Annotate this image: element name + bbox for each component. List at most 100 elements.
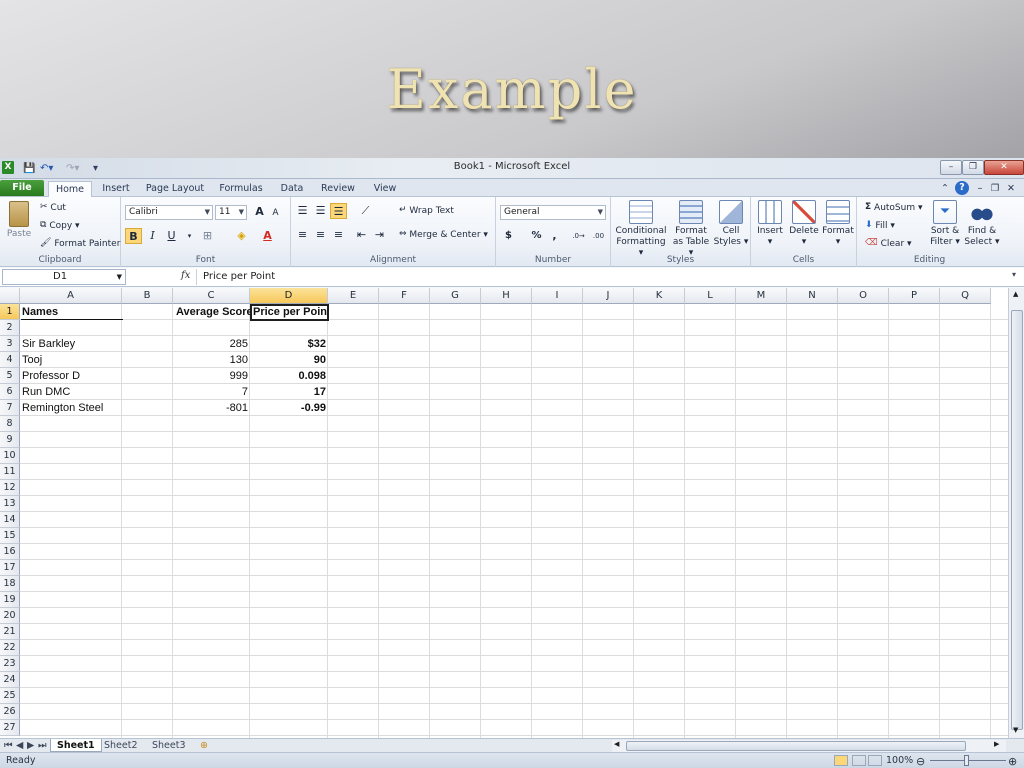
sheet-tab-sheet3[interactable]: Sheet3 [152, 739, 186, 752]
orientation-icon[interactable]: ⟋ [357, 203, 374, 219]
insert-cells-button[interactable]: Insert ▾ [753, 200, 787, 248]
number-format-select[interactable]: General ▼ [500, 205, 606, 220]
row-header-5[interactable]: 5 [0, 368, 20, 384]
row-header-8[interactable]: 8 [0, 416, 20, 432]
row-header-14[interactable]: 14 [0, 512, 20, 528]
insert-function-icon[interactable]: fx [181, 270, 190, 281]
row-header-19[interactable]: 19 [0, 592, 20, 608]
cell-d4[interactable]: 90 [251, 352, 328, 368]
workbook-minimize-icon[interactable]: – [975, 181, 985, 197]
format-cells-button[interactable]: Format ▾ [821, 200, 855, 248]
cell-a1[interactable]: Names [20, 304, 123, 320]
expand-formula-bar-icon[interactable]: ▾ [1012, 270, 1016, 279]
cell-d7[interactable]: -0.99 [251, 400, 328, 416]
row-header-1[interactable]: 1 [0, 304, 20, 320]
comma-button[interactable]: , [546, 228, 563, 244]
column-header-p[interactable]: P [889, 288, 940, 304]
row-header-27[interactable]: 27 [0, 720, 20, 736]
bold-button[interactable]: B [125, 228, 142, 244]
increase-decimal-icon[interactable]: .0→ [570, 228, 587, 244]
column-header-o[interactable]: O [838, 288, 889, 304]
zoom-in-icon[interactable]: ⊕ [1008, 754, 1017, 768]
wrap-text-button[interactable]: ↵ Wrap Text [399, 204, 454, 218]
column-header-j[interactable]: J [583, 288, 634, 304]
tab-review[interactable]: Review [316, 181, 360, 197]
zoom-out-icon[interactable]: ⊖ [916, 754, 925, 768]
row-header-15[interactable]: 15 [0, 528, 20, 544]
cell-a6[interactable]: Run DMC [20, 384, 123, 400]
worksheet-grid[interactable]: ABCDEFGHIJKLMNOPQ 1 2 3 4 5 6 7 8 9 10 11 12 13 14 15 1… [0, 288, 1008, 738]
paste-button[interactable]: Paste [4, 201, 34, 240]
column-header-m[interactable]: M [736, 288, 787, 304]
cell-d3[interactable]: $32 [251, 336, 328, 352]
tab-data[interactable]: Data [276, 181, 308, 197]
row-header-10[interactable]: 10 [0, 448, 20, 464]
italic-button[interactable]: I [144, 228, 161, 244]
row-header-20[interactable]: 20 [0, 608, 20, 624]
conditional-formatting-button[interactable]: Conditional Formatting ▾ [613, 200, 669, 259]
workbook-restore-icon[interactable]: ❐ [990, 181, 1000, 197]
scroll-right-icon[interactable]: ▶ [994, 740, 999, 748]
row-header-7[interactable]: 7 [0, 400, 20, 416]
row-header-18[interactable]: 18 [0, 576, 20, 592]
cell-a5[interactable]: Professor D [20, 368, 123, 384]
font-name-select[interactable]: Calibri ▼ [125, 205, 213, 220]
cell-c6[interactable]: 7 [174, 384, 250, 400]
tab-formulas[interactable]: Formulas [214, 181, 268, 197]
format-as-table-button[interactable]: Format as Table ▾ [671, 200, 711, 259]
tab-insert[interactable]: Insert [96, 181, 136, 197]
column-header-c[interactable]: C [173, 288, 250, 304]
align-center-icon[interactable]: ≡ [312, 227, 329, 243]
minimize-button[interactable]: – [940, 160, 962, 175]
formula-input[interactable]: Price per Point [196, 269, 1010, 285]
row-header-2[interactable]: 2 [0, 320, 20, 336]
tab-page-layout[interactable]: Page Layout [144, 181, 206, 197]
align-middle-icon[interactable]: ☰ [312, 203, 329, 219]
row-header-9[interactable]: 9 [0, 432, 20, 448]
help-icon[interactable]: ? [955, 181, 969, 195]
percent-button[interactable]: % [528, 228, 545, 244]
borders-icon[interactable]: ⊞ [199, 228, 216, 244]
cell-d5[interactable]: 0.098 [251, 368, 328, 384]
grow-font-button[interactable]: A [251, 204, 268, 220]
first-sheet-icon[interactable]: ⏮ [4, 739, 13, 752]
row-header-3[interactable]: 3 [0, 336, 20, 352]
row-header-16[interactable]: 16 [0, 544, 20, 560]
font-size-select[interactable]: 11 ▼ [215, 205, 247, 220]
font-color-icon[interactable]: A [259, 228, 276, 244]
decrease-decimal-icon[interactable]: .00 [590, 228, 607, 244]
cell-a4[interactable]: Tooj [20, 352, 123, 368]
format-painter-button[interactable]: 🖌 Format Painter [40, 237, 120, 251]
row-header-4[interactable]: 4 [0, 352, 20, 368]
cell-c1[interactable]: Average Score [174, 304, 250, 320]
fill-button[interactable]: ⬇ Fill ▾ [865, 219, 895, 233]
scroll-down-icon[interactable]: ▼ [1013, 726, 1018, 734]
column-header-k[interactable]: K [634, 288, 685, 304]
next-sheet-icon[interactable]: ▶ [27, 739, 34, 752]
align-top-icon[interactable]: ☰ [294, 203, 311, 219]
currency-button[interactable]: $ [500, 228, 517, 244]
clear-button[interactable]: ⌫ Clear ▾ [865, 237, 912, 251]
prev-sheet-icon[interactable]: ◀ [16, 739, 23, 752]
row-header-21[interactable]: 21 [0, 624, 20, 640]
column-header-f[interactable]: F [379, 288, 430, 304]
column-header-n[interactable]: N [787, 288, 838, 304]
decrease-indent-icon[interactable]: ⇤ [353, 227, 370, 243]
copy-button[interactable]: ⧉ Copy ▾ [40, 219, 80, 233]
row-header-13[interactable]: 13 [0, 496, 20, 512]
increase-indent-icon[interactable]: ⇥ [371, 227, 388, 243]
normal-view-icon[interactable] [834, 755, 848, 766]
page-layout-view-icon[interactable] [852, 755, 866, 766]
name-box[interactable]: D1 ▼ [2, 269, 126, 285]
underline-dropdown-icon[interactable]: ▾ [181, 228, 198, 244]
row-header-12[interactable]: 12 [0, 480, 20, 496]
restore-button[interactable]: ❐ [962, 160, 984, 175]
minimize-ribbon-icon[interactable]: ⌃ [940, 181, 950, 197]
cell-a3[interactable]: Sir Barkley [20, 336, 123, 352]
zoom-level[interactable]: 100% [886, 753, 913, 768]
column-header-a[interactable]: A [20, 288, 122, 304]
merge-center-button[interactable]: ⇔ Merge & Center ▾ [399, 228, 488, 242]
tab-view[interactable]: View [368, 181, 402, 197]
cell-styles-button[interactable]: Cell Styles ▾ [713, 200, 749, 248]
align-bottom-icon[interactable]: ☰ [330, 203, 347, 219]
